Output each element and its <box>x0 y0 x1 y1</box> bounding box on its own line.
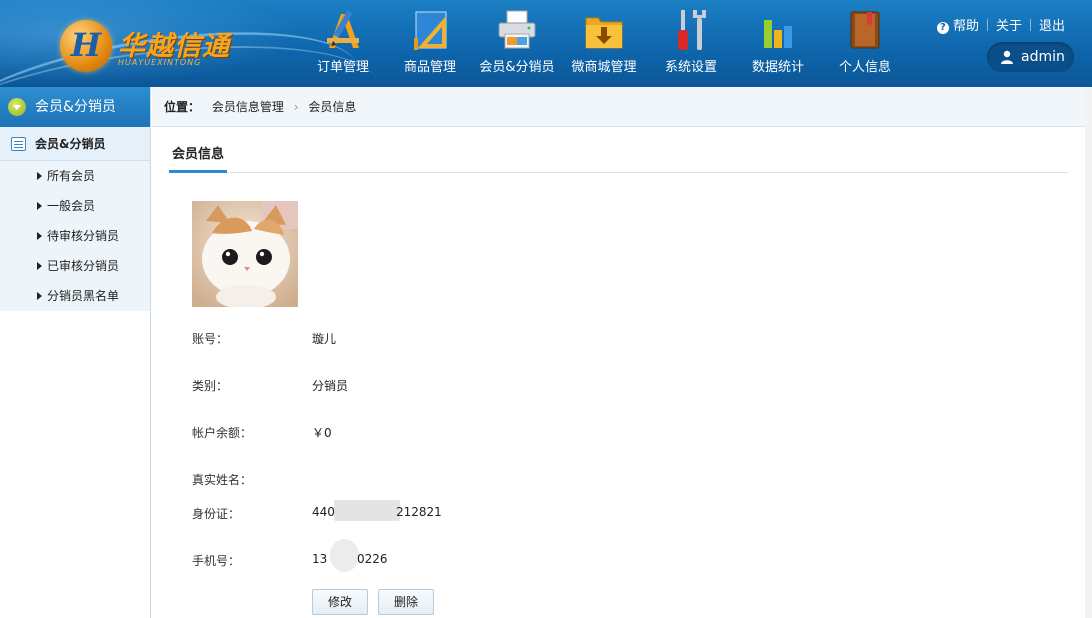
wrench-screwdriver-icon <box>678 10 706 50</box>
sidebar-header-label: 会员&分销员 <box>35 99 116 115</box>
printer-icon <box>498 10 536 49</box>
folder-download-icon <box>585 17 623 49</box>
logout-link[interactable]: 退出 <box>1039 19 1065 34</box>
nav-label: 数据统计 <box>751 60 804 75</box>
username: admin <box>1021 49 1065 65</box>
breadcrumb-separator: › <box>293 100 299 114</box>
sidebar-item-all-members[interactable]: 所有会员 <box>0 161 150 191</box>
bar-chart-icon <box>764 20 792 48</box>
balance-value: ￥0 <box>312 426 332 440</box>
member-avatar <box>192 201 298 307</box>
nav-label: 微商城管理 <box>571 60 637 75</box>
edit-button[interactable]: 修改 <box>312 589 368 615</box>
tab-member-info[interactable]: 会员信息 <box>169 140 228 173</box>
breadcrumb-member-management[interactable]: 会员信息管理 <box>212 100 284 114</box>
list-icon <box>11 137 26 151</box>
phone-label: 手机号： <box>192 554 241 568</box>
nav-label: 商品管理 <box>403 60 456 75</box>
idcard-suffix: 212821 <box>396 505 442 519</box>
sidebar-list: 所有会员 一般会员 待审核分销员 已审核分销员 分销员黑名单 <box>0 161 150 311</box>
balance-label: 帐户余额： <box>192 426 253 440</box>
book-icon <box>850 11 880 49</box>
breadcrumb-current: 会员信息 <box>308 100 357 114</box>
sidebar-header[interactable]: 会员&分销员 <box>0 87 150 127</box>
tab-bar: 会员信息 <box>169 140 1068 173</box>
realname-label: 真实姓名： <box>192 473 253 487</box>
phone-suffix: 0226 <box>357 552 388 566</box>
idcard-prefix: 440 <box>312 505 335 519</box>
breadcrumb-prefix: 位置： <box>164 100 201 114</box>
category-value: 分销员 <box>312 379 349 393</box>
nav-personal-info[interactable]: 个人信息 <box>821 0 909 87</box>
account-label: 账号： <box>192 332 229 346</box>
sidebar-item-pending-distributors[interactable]: 待审核分销员 <box>0 221 150 251</box>
nav-system-settings[interactable]: 系统设置 <box>647 0 735 87</box>
sidebar-item-approved-distributors[interactable]: 已审核分销员 <box>0 251 150 281</box>
sidebar: 会员&分销员 会员&分销员 所有会员 一般会员 待审核分销员 已审核分销员 分销… <box>0 87 151 618</box>
logo-mark-icon: H <box>60 20 112 72</box>
cat-photo <box>192 201 298 307</box>
help-link[interactable]: ? 帮助 <box>936 19 979 34</box>
nav-label: 会员&分销员 <box>479 60 555 75</box>
help-icon: ? <box>936 22 949 34</box>
divider <box>1029 19 1031 31</box>
nav-product-management[interactable]: 商品管理 <box>386 0 474 87</box>
sidebar-item-distributor-blacklist[interactable]: 分销员黑名单 <box>0 281 150 311</box>
account-value: 璇儿 <box>312 332 337 346</box>
about-link[interactable]: 关于 <box>996 19 1022 34</box>
sidebar-group-member[interactable]: 会员&分销员 <box>0 127 150 161</box>
phone-prefix: 13 <box>312 552 328 566</box>
scrollbar-track[interactable] <box>1085 87 1092 618</box>
nav-label: 系统设置 <box>664 60 717 75</box>
category-label: 类别： <box>192 379 229 393</box>
idcard-label: 身份证： <box>192 507 241 521</box>
ruler-triangle-icon <box>414 11 447 50</box>
nav-order-management[interactable]: 订单管理 <box>299 0 387 87</box>
brand-subtitle: HUAYUEXINTONG <box>118 58 202 67</box>
nav-member-distributor[interactable]: 会员&分销员 <box>473 0 561 87</box>
user-menu[interactable]: admin <box>987 42 1074 72</box>
nav-label: 个人信息 <box>838 60 891 75</box>
breadcrumb: 位置： 会员信息管理 › 会员信息 <box>152 87 1092 127</box>
top-links: ? 帮助 关于 退出 <box>936 15 1065 34</box>
nav-wechat-mall[interactable]: 微商城管理 <box>560 0 648 87</box>
sidebar-item-regular-members[interactable]: 一般会员 <box>0 191 150 221</box>
brand-logo[interactable]: H 华越信通 HUAYUEXINTONG <box>60 18 250 74</box>
nav-label: 订单管理 <box>316 60 369 75</box>
top-header: H 华越信通 HUAYUEXINTONG 订单管理 商品管理 会员&分销员 微商… <box>0 0 1092 87</box>
help-label: 帮助 <box>952 19 979 34</box>
redaction-mask <box>330 539 359 572</box>
delete-button[interactable]: 删除 <box>378 589 434 615</box>
order-tools-icon <box>327 10 359 48</box>
user-icon <box>1001 50 1013 64</box>
sidebar-group-label: 会员&分销员 <box>35 137 106 151</box>
divider <box>986 19 988 31</box>
redaction-mask <box>334 500 400 521</box>
logo-mark-letter: H <box>70 26 102 64</box>
collapse-icon <box>8 98 26 116</box>
nav-data-statistics[interactable]: 数据统计 <box>734 0 822 87</box>
